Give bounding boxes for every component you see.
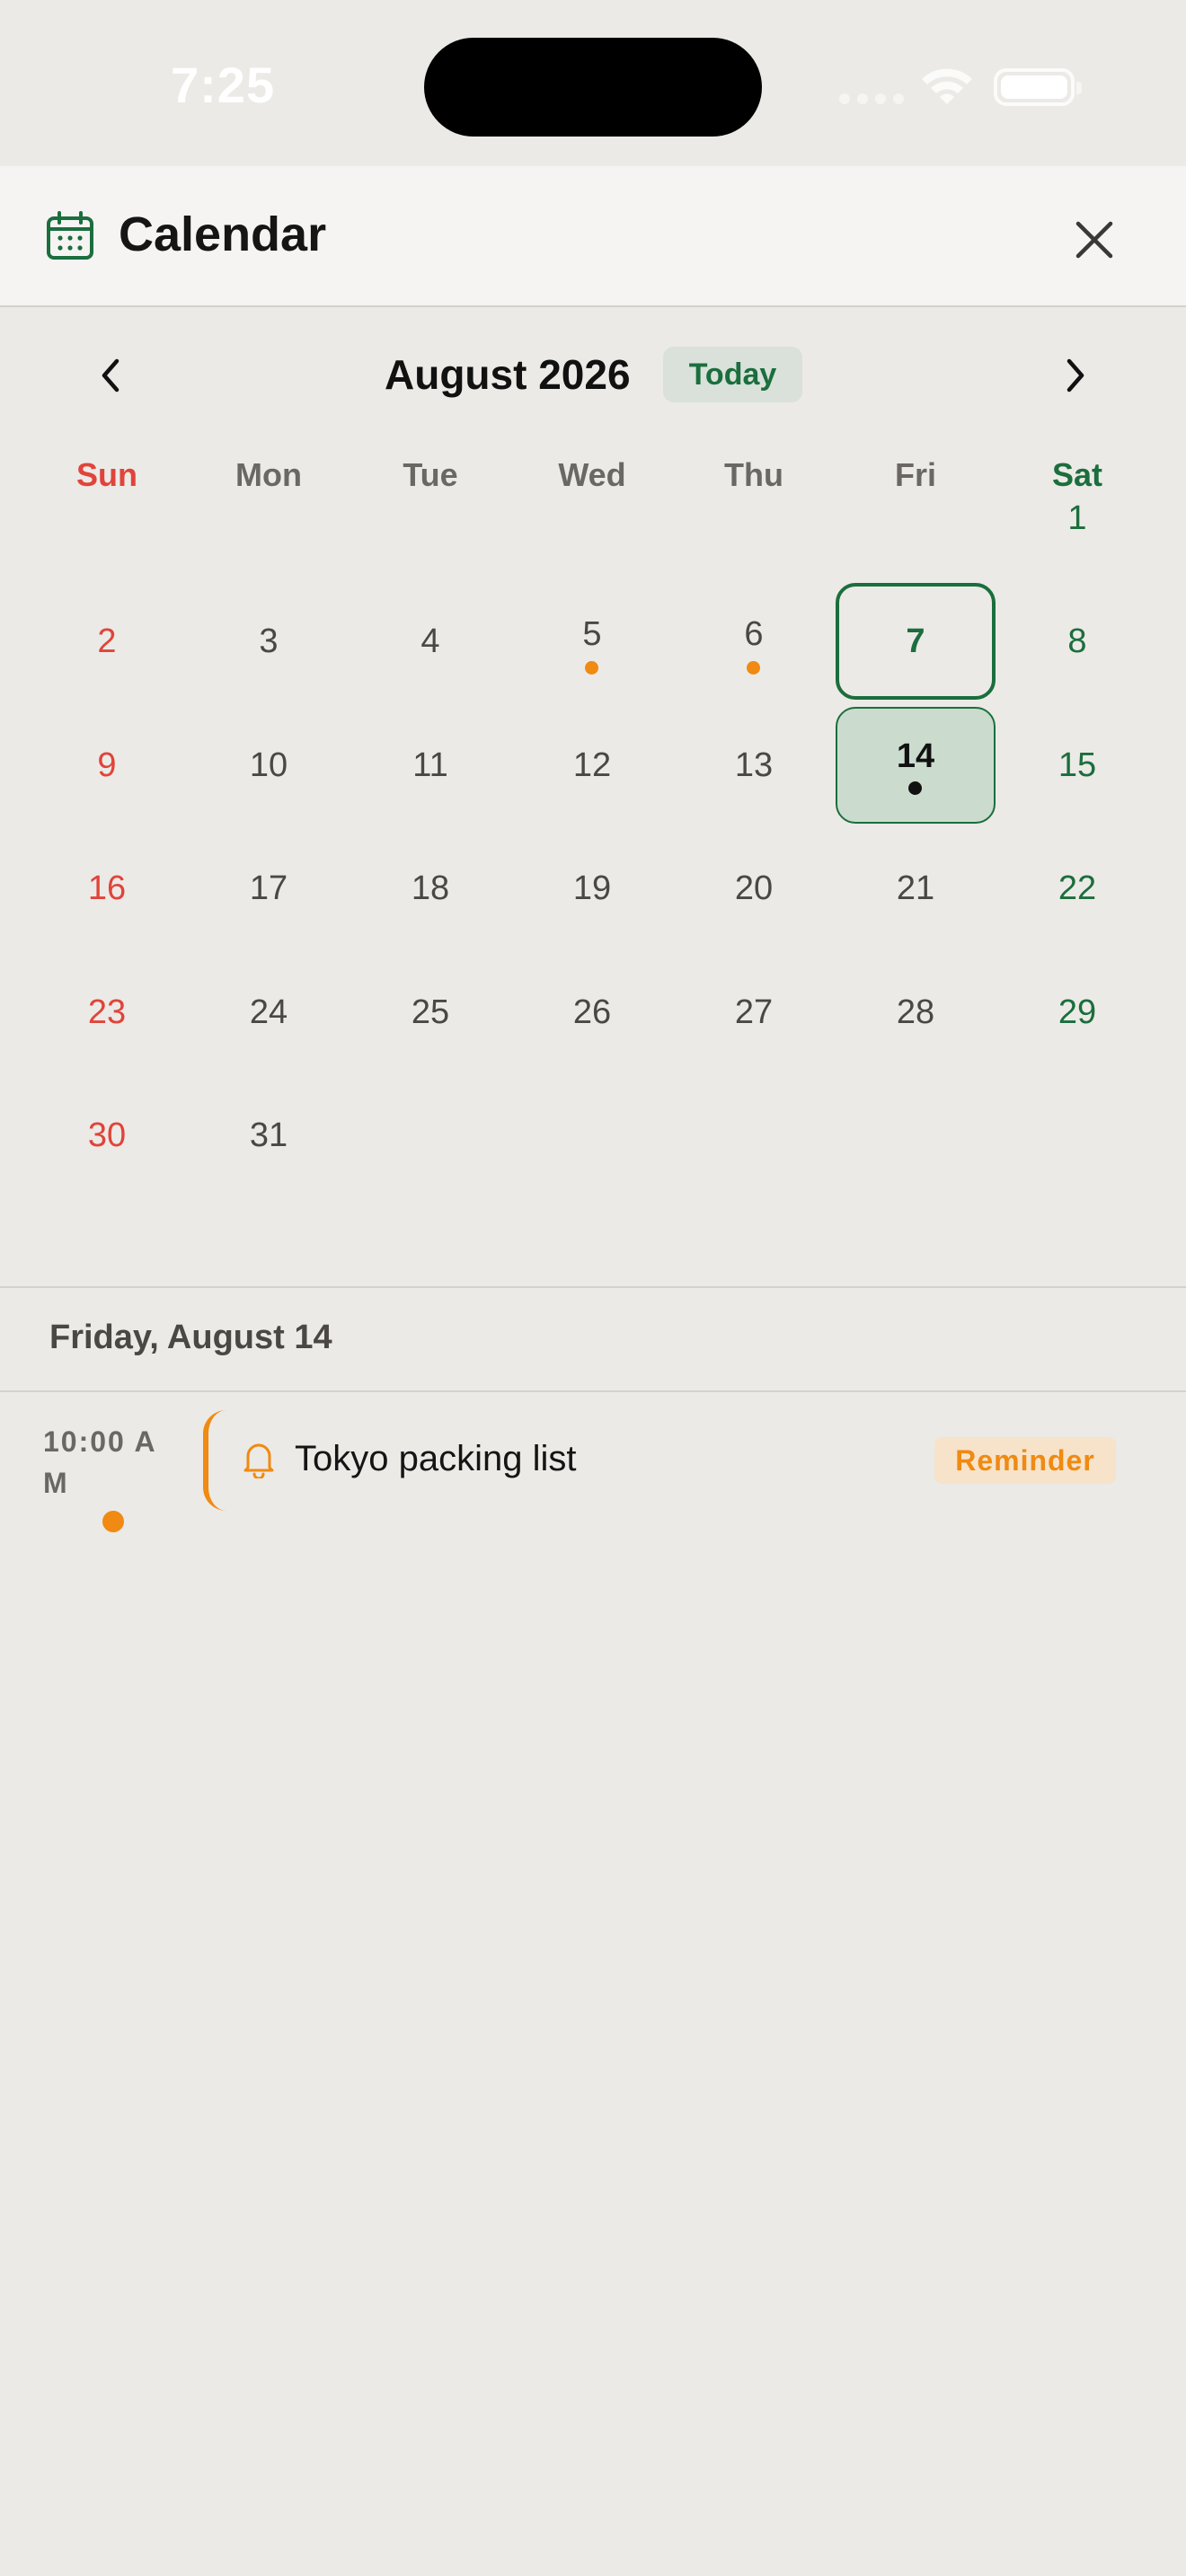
- event-time: 10:00 AM: [43, 1425, 157, 1499]
- day-number: 27: [734, 992, 774, 1031]
- day-number: 31: [249, 1116, 288, 1154]
- day-number: 29: [1058, 992, 1097, 1031]
- bell-icon: [243, 1443, 274, 1478]
- day-cell[interactable]: 24: [189, 954, 349, 1071]
- day-cell[interactable]: 30: [27, 1077, 187, 1194]
- status-bar: 7:25: [0, 0, 1186, 166]
- weekday-tue: Tue: [403, 456, 458, 493]
- day-cell[interactable]: 18: [350, 830, 510, 947]
- day-cell[interactable]: 15: [997, 707, 1157, 824]
- day-number: 1: [1067, 498, 1087, 537]
- day-number: 21: [896, 869, 935, 907]
- event-dot: [908, 781, 922, 795]
- day-number: 14: [896, 737, 935, 775]
- close-icon[interactable]: [1067, 213, 1121, 267]
- day-cell[interactable]: 13: [674, 707, 834, 824]
- day-cell[interactable]: 23: [27, 954, 187, 1071]
- month-title: August 2026: [385, 351, 631, 398]
- day-number: 4: [420, 622, 440, 660]
- cellular-signal-icon: [839, 93, 904, 104]
- day-cell[interactable]: 4: [350, 583, 510, 700]
- event-accent-bar: [203, 1410, 226, 1511]
- day-cell[interactable]: 11: [350, 707, 510, 824]
- day-number: 11: [412, 745, 448, 784]
- battery-icon: [994, 68, 1082, 106]
- weekday-sun: Sun: [76, 456, 137, 493]
- wifi-icon: [922, 68, 972, 104]
- day-number: 16: [87, 869, 127, 907]
- day-number: 30: [87, 1116, 127, 1154]
- day-cell[interactable]: 6: [674, 583, 834, 700]
- day-cell[interactable]: 14: [836, 707, 996, 824]
- day-number: 3: [259, 622, 279, 660]
- event-dot: [747, 661, 760, 675]
- day-number: 2: [97, 622, 117, 660]
- app-header: Calendar: [0, 166, 1186, 307]
- day-cell[interactable]: 7: [836, 583, 996, 700]
- day-number: 18: [411, 869, 450, 907]
- day-number: 9: [97, 745, 117, 784]
- today-button[interactable]: Today: [663, 347, 802, 402]
- day-cell[interactable]: 22: [997, 830, 1157, 947]
- day-cell[interactable]: 9: [27, 707, 187, 824]
- day-number: 23: [87, 992, 127, 1031]
- day-cell[interactable]: 3: [189, 583, 349, 700]
- day-number: 24: [249, 992, 288, 1031]
- divider: [0, 1286, 1186, 1288]
- selected-date-heading: Friday, August 14: [49, 1319, 332, 1356]
- day-number: 5: [582, 614, 602, 653]
- day-number: 10: [249, 745, 288, 784]
- divider: [0, 1390, 1186, 1392]
- day-cell[interactable]: 12: [512, 707, 672, 824]
- weekday-fri: Fri: [894, 456, 936, 493]
- dynamic-island: [424, 38, 762, 137]
- day-number: 7: [906, 622, 925, 660]
- day-cell[interactable]: 26: [512, 954, 672, 1071]
- event-type-badge: Reminder: [934, 1437, 1116, 1484]
- event-title: Tokyo packing list: [295, 1439, 577, 1478]
- page-title: Calendar: [119, 207, 327, 261]
- day-number: 13: [734, 745, 774, 784]
- day-cell[interactable]: 31: [189, 1077, 349, 1194]
- day-number: 8: [1067, 622, 1087, 660]
- day-cell[interactable]: 17: [189, 830, 349, 947]
- day-cell[interactable]: 19: [512, 830, 672, 947]
- day-cell[interactable]: 10: [189, 707, 349, 824]
- chevron-left-icon[interactable]: [90, 350, 133, 401]
- day-number: 28: [896, 992, 935, 1031]
- status-time: 7:25: [171, 57, 276, 113]
- day-cell[interactable]: 25: [350, 954, 510, 1071]
- event-dot: [585, 661, 598, 675]
- weekday-thu: Thu: [724, 456, 783, 493]
- day-number: 20: [734, 869, 774, 907]
- day-number: 25: [411, 992, 450, 1031]
- weekday-mon: Mon: [235, 456, 302, 493]
- day-cell[interactable]: 16: [27, 830, 187, 947]
- day-cell[interactable]: 28: [836, 954, 996, 1071]
- day-cell[interactable]: 2: [27, 583, 187, 700]
- day-cell[interactable]: 1: [997, 460, 1157, 577]
- chevron-right-icon[interactable]: [1053, 350, 1096, 401]
- day-cell[interactable]: 21: [836, 830, 996, 947]
- event-indicator-dot: [102, 1511, 124, 1532]
- weekday-wed: Wed: [558, 456, 626, 493]
- day-number: 19: [572, 869, 612, 907]
- day-cell[interactable]: 29: [997, 954, 1157, 1071]
- calendar-icon: [47, 211, 93, 260]
- day-number: 17: [249, 869, 288, 907]
- day-number: 22: [1058, 869, 1097, 907]
- day-number: 6: [744, 614, 764, 653]
- day-cell[interactable]: 20: [674, 830, 834, 947]
- day-cell[interactable]: 27: [674, 954, 834, 1071]
- day-number: 12: [572, 745, 612, 784]
- day-cell[interactable]: 5: [512, 583, 672, 700]
- day-number: 15: [1058, 745, 1097, 784]
- day-number: 26: [572, 992, 612, 1031]
- day-cell[interactable]: 8: [997, 583, 1157, 700]
